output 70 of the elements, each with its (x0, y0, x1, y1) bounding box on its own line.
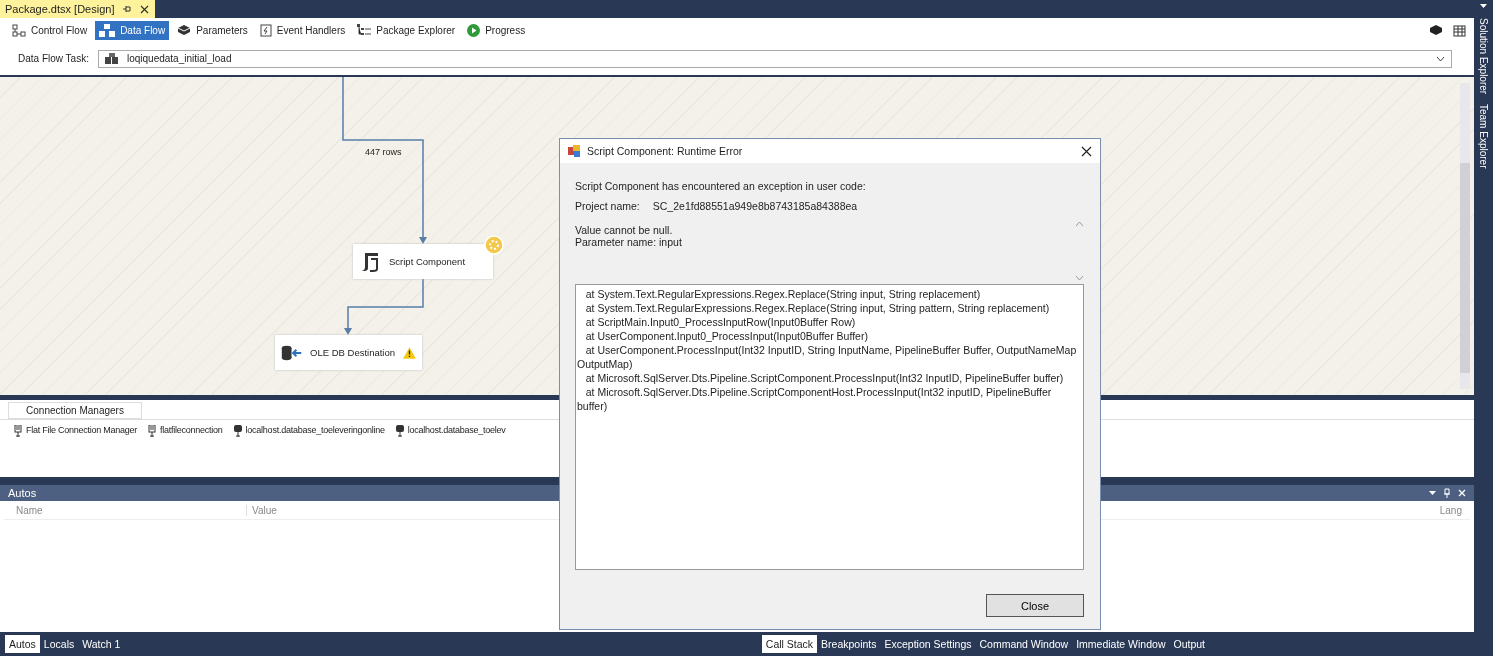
table-icon[interactable] (1453, 23, 1466, 37)
designer-tab[interactable]: Progress (463, 20, 530, 40)
tool-tab[interactable]: Watch 1 (78, 635, 125, 653)
side-tab[interactable]: Team Explorer (1478, 104, 1489, 169)
error-message: Script Component has encountered an exception in user code: (575, 180, 867, 192)
tool-tab[interactable]: Output (1169, 635, 1209, 653)
database-plug-icon (395, 425, 404, 437)
stack-trace-line: at System.Text.RegularExpressions.Regex.Replace(String input, String replacement) (584, 287, 982, 301)
data-flow-icon (99, 23, 116, 37)
tool-tab[interactable]: Command Window (975, 635, 1073, 653)
stack-trace-line: at Microsoft.SqlServer.Dts.Pipeline.ScriptComponent.ProcessInput(Int32 InputID, PipelineBuffer buffer) (584, 371, 1065, 385)
connection-item[interactable]: Flat File Connection Manager (14, 425, 138, 472)
file-plug-icon (148, 425, 157, 437)
error-text: Value cannot be null. (575, 224, 674, 236)
document-tab[interactable]: Package.dtsx [Design] (0, 0, 156, 18)
close-icon[interactable] (140, 4, 150, 14)
play-icon (467, 23, 481, 37)
lightning-document-icon (259, 23, 272, 37)
database-plug-icon (233, 425, 242, 437)
task-dropdown[interactable]: loqiquedata_initial_load (97, 49, 1452, 68)
app-icon (568, 145, 581, 157)
dialog-title: Script Component: Runtime Error (587, 145, 743, 157)
stack-trace-box[interactable] (575, 284, 1084, 570)
designer-tab[interactable]: Package Explorer (353, 20, 460, 40)
close-icon[interactable] (1081, 145, 1092, 157)
stack-trace-line: at Microsoft.SqlServer.Dts.Pipeline.ScriptComponentHost.ProcessInput(Int32 inputID, PipelineBuffer buffer) (577, 385, 1053, 413)
stack-trace-line: at UserComponent.ProcessInput(Int32 InputID, String InputName, PipelineBuffer Buffer, OutputNameMap OutputMap) (577, 343, 1078, 371)
error-text: Parameter name: input (575, 236, 683, 248)
stack-trace-line: at System.Text.RegularExpressions.Regex.Replace(String input, String pattern, String replacement) (584, 301, 1051, 315)
tool-tab[interactable]: Breakpoints (817, 635, 881, 653)
field-label: Project name: (575, 200, 640, 212)
pin-icon[interactable] (122, 4, 133, 14)
tool-tab[interactable]: Call Stack (761, 635, 818, 653)
box-icon[interactable] (1429, 23, 1443, 36)
chevron-down-icon (1436, 55, 1445, 62)
dropdown-icon[interactable] (1480, 4, 1487, 8)
dropdown-icon[interactable] (1429, 491, 1436, 495)
designer-tab[interactable]: Control Flow (8, 20, 92, 40)
connection-item[interactable]: localhost.database_toelev (395, 425, 506, 472)
connection-item[interactable]: localhost.database_toeleveringonline (233, 425, 385, 472)
file-plug-icon (14, 425, 22, 437)
path-label: 447 rows (365, 147, 402, 157)
tool-tab[interactable]: Immediate Window (1072, 635, 1170, 653)
designer-tab[interactable]: Event Handlers (255, 20, 350, 40)
stack-trace-line: at UserComponent.Input0_ProcessInput(Input0Buffer Buffer) (584, 329, 869, 343)
tool-tab[interactable]: Autos (5, 635, 40, 653)
column-header[interactable]: Lang (1439, 505, 1470, 516)
stack-trace-line: at ScriptMain.Input0_ProcessInputRow(Input0Buffer Row) (584, 315, 857, 329)
flow-diagram-icon (12, 23, 26, 37)
project-name: SC_2e1fd88551a949e8b8743185a84388ea (652, 200, 858, 212)
tool-tab[interactable]: Exception Settings (880, 635, 976, 653)
designer-tab[interactable]: Parameters (173, 20, 252, 40)
side-tab[interactable]: Solution Explorer (1478, 18, 1489, 95)
panel-tab[interactable]: Connection Managers (8, 402, 142, 419)
close-button[interactable]: Close (986, 594, 1084, 617)
panel-title: Autos (8, 487, 37, 499)
task-label: Data Flow Task: (18, 53, 89, 64)
box-icon (177, 24, 192, 36)
designer-tab[interactable]: Data Flow (95, 20, 170, 40)
component-node[interactable]: Script Component (353, 244, 493, 279)
tree-list-icon (357, 24, 372, 36)
tool-tab[interactable]: Locals (39, 635, 79, 653)
column-header[interactable]: Name (4, 505, 247, 516)
data-flow-icon (104, 53, 119, 64)
pin-icon[interactable] (1443, 488, 1451, 498)
column-header[interactable]: Value (247, 505, 1440, 516)
document-title: Package.dtsx [Design] (5, 3, 115, 15)
connection-item[interactable]: flatfileconnection (148, 425, 223, 472)
scrollbar[interactable] (1460, 83, 1470, 389)
component-node[interactable]: OLE DB Destination (275, 335, 422, 370)
